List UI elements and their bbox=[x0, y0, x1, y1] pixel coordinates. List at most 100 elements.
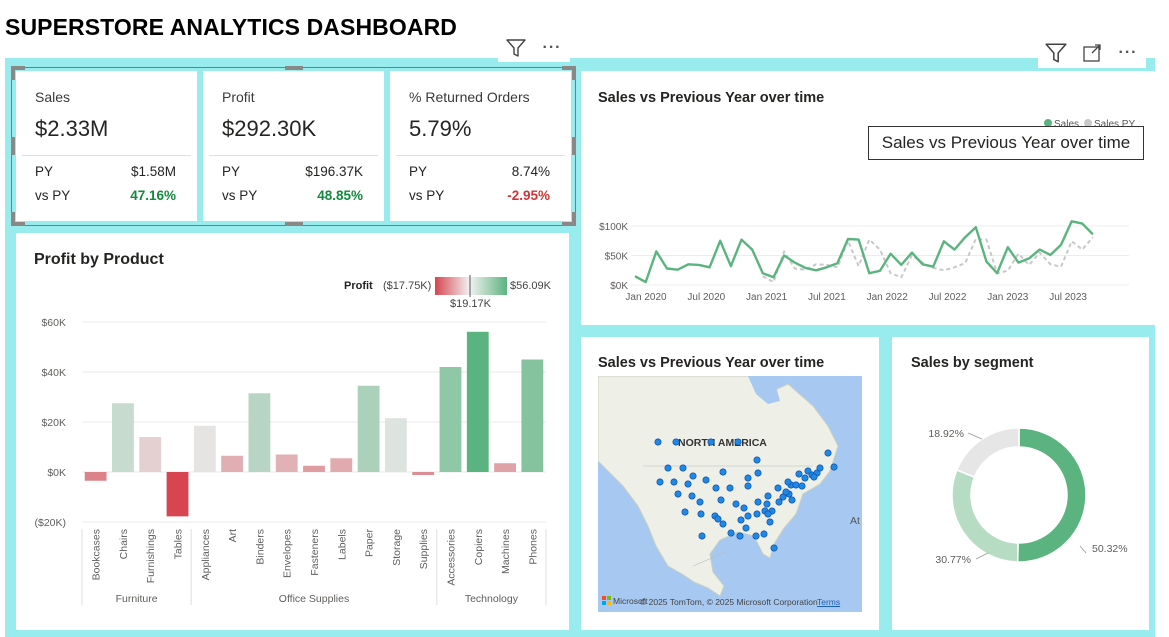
profit-bar-chart: Profit ($17.75K) $19.17K $56.09K ($20K) $… bbox=[34, 275, 552, 605]
map-bubble bbox=[801, 474, 809, 482]
donut-slice bbox=[955, 427, 1020, 479]
map-bubble bbox=[674, 490, 682, 498]
profit-by-product-visual[interactable]: Profit by Product Profit ($17.75K) $19.1… bbox=[16, 233, 569, 630]
map-bubble bbox=[764, 510, 772, 518]
bar-fasteners bbox=[303, 465, 325, 472]
map-bubble bbox=[816, 464, 824, 472]
map-bubble bbox=[740, 504, 748, 512]
map-terms-link[interactable]: Terms bbox=[817, 597, 840, 607]
x-tick-label: Jul 2023 bbox=[1049, 292, 1087, 303]
y-tick-label: $60K bbox=[41, 317, 66, 329]
map-bubble bbox=[753, 456, 761, 464]
profit-x-axis: Bookcases Chairs Furnishings Tables Applianc… bbox=[91, 529, 540, 586]
map-attribution: © 2025 TomTom, © 2025 Microsoft Corporat… bbox=[640, 597, 818, 607]
map-bubble bbox=[707, 438, 715, 446]
line-gridlines bbox=[631, 225, 1129, 286]
map-bubble bbox=[727, 529, 735, 537]
map-bubble bbox=[744, 474, 752, 482]
kpi-vs-value: 47.16% bbox=[130, 188, 176, 203]
map-bubble bbox=[714, 515, 722, 523]
map-bubble bbox=[737, 516, 745, 524]
kpi-card-profit[interactable]: Profit $292.30K PY $196.37K vs PY 48.85% bbox=[203, 71, 384, 221]
x-tick-label: Jan 2020 bbox=[625, 292, 667, 303]
bar-machines bbox=[494, 463, 516, 472]
donut-data-label: 30.77% bbox=[935, 554, 971, 566]
bar-phones bbox=[521, 359, 544, 472]
filter-button[interactable] bbox=[1038, 39, 1074, 67]
kpi-title: % Returned Orders bbox=[409, 89, 530, 105]
resize-handle[interactable] bbox=[572, 212, 576, 226]
more-options-button[interactable]: ··· bbox=[1110, 39, 1146, 67]
sales-vs-py-line-visual[interactable]: Sales vs Previous Year over time Sales S… bbox=[581, 71, 1155, 325]
map-bubble bbox=[719, 468, 727, 476]
map-bubble bbox=[712, 484, 720, 492]
kpi-py-value: 8.74% bbox=[511, 164, 550, 179]
kpi-vs-label: vs PY bbox=[409, 188, 445, 203]
x-tick-label: Tables bbox=[173, 529, 185, 559]
map-bubble bbox=[760, 530, 768, 538]
x-tick-label: Appliances bbox=[200, 529, 212, 580]
resize-handle[interactable] bbox=[285, 66, 303, 70]
y-tick-label: $20K bbox=[41, 417, 66, 429]
resize-handle[interactable] bbox=[11, 137, 15, 155]
more-options-icon: ··· bbox=[1118, 44, 1138, 61]
kpi-vs-row: vs PY 48.85% bbox=[222, 188, 363, 203]
x-tick-label: Copiers bbox=[473, 529, 485, 565]
donut-data-label: 18.92% bbox=[928, 428, 964, 440]
kpi-py-value: $1.58M bbox=[130, 164, 176, 179]
x-tick-label: Supplies bbox=[418, 529, 430, 569]
kpi-vs-value: 48.85% bbox=[317, 188, 363, 203]
map-canvas[interactable]: NORTH AMERICA At Microsoft © 2025 TomTom… bbox=[598, 376, 862, 612]
kpi-py-label: PY bbox=[35, 164, 54, 179]
bar-storage bbox=[384, 418, 407, 472]
kpi-vs-label: vs PY bbox=[222, 188, 258, 203]
sales-by-segment-visual[interactable]: Sales by segment 50.32% 30.77% 18.92% bbox=[892, 337, 1149, 630]
bar-chairs bbox=[112, 403, 134, 472]
microsoft-logo bbox=[602, 596, 611, 605]
map-bubble bbox=[732, 500, 740, 508]
y-tick-label: $50K bbox=[605, 252, 629, 263]
x-tick-label: Jan 2023 bbox=[987, 292, 1029, 303]
resize-handle[interactable] bbox=[11, 66, 15, 80]
focus-mode-button[interactable] bbox=[1074, 39, 1110, 67]
x-tick-label: Binders bbox=[254, 529, 266, 565]
profit-y-axis: ($20K) $0K $20K $40K $60K bbox=[34, 317, 66, 529]
resize-handle[interactable] bbox=[572, 137, 576, 155]
map-bubble bbox=[752, 532, 760, 540]
bar-accessories bbox=[439, 367, 462, 472]
page-title: SUPERSTORE ANALYTICS DASHBOARD bbox=[5, 14, 457, 40]
map-bubble bbox=[734, 438, 742, 446]
kpi-card-returned-orders[interactable]: % Returned Orders 5.79% PY 8.74% vs PY -… bbox=[390, 71, 571, 221]
kpi-py-row: PY 8.74% bbox=[409, 164, 550, 179]
map-bubble bbox=[742, 524, 750, 532]
bar-paper bbox=[357, 385, 380, 472]
kpi-py-row: PY $196.37K bbox=[222, 164, 363, 179]
bar-binders bbox=[248, 393, 271, 472]
y-tick-label: $0K bbox=[610, 281, 628, 292]
map-bubble bbox=[770, 544, 778, 552]
series-line-sales-py bbox=[762, 236, 1094, 284]
donut-leader-line bbox=[967, 432, 983, 440]
map-bubble bbox=[792, 481, 800, 489]
resize-handle[interactable] bbox=[285, 222, 303, 226]
filter-button[interactable] bbox=[498, 34, 534, 62]
donut-leader-line bbox=[1079, 545, 1087, 554]
map-bubbles bbox=[654, 438, 838, 552]
line-series bbox=[634, 220, 1094, 284]
focus-mode-icon bbox=[1083, 44, 1101, 62]
resize-handle[interactable] bbox=[11, 212, 15, 226]
kpi-vs-label: vs PY bbox=[35, 188, 71, 203]
donut-leader-line bbox=[975, 552, 989, 560]
more-options-button[interactable]: ··· bbox=[534, 34, 570, 62]
kpi-title: Sales bbox=[35, 89, 71, 105]
y-tick-label: $100K bbox=[599, 222, 628, 233]
donut-slice bbox=[951, 469, 1019, 563]
map-bubble bbox=[672, 438, 680, 446]
legend-mid-label: $19.17K bbox=[450, 298, 492, 310]
bar-supplies bbox=[412, 472, 435, 475]
kpi-card-sales[interactable]: Sales $2.33M PY $1.58M vs PY 47.16% bbox=[16, 71, 197, 221]
legend-gradient bbox=[435, 277, 507, 295]
resize-handle[interactable] bbox=[572, 66, 576, 80]
kpi-visual-toolbar: ··· bbox=[498, 34, 570, 62]
x-tick-label: Art bbox=[227, 529, 239, 543]
